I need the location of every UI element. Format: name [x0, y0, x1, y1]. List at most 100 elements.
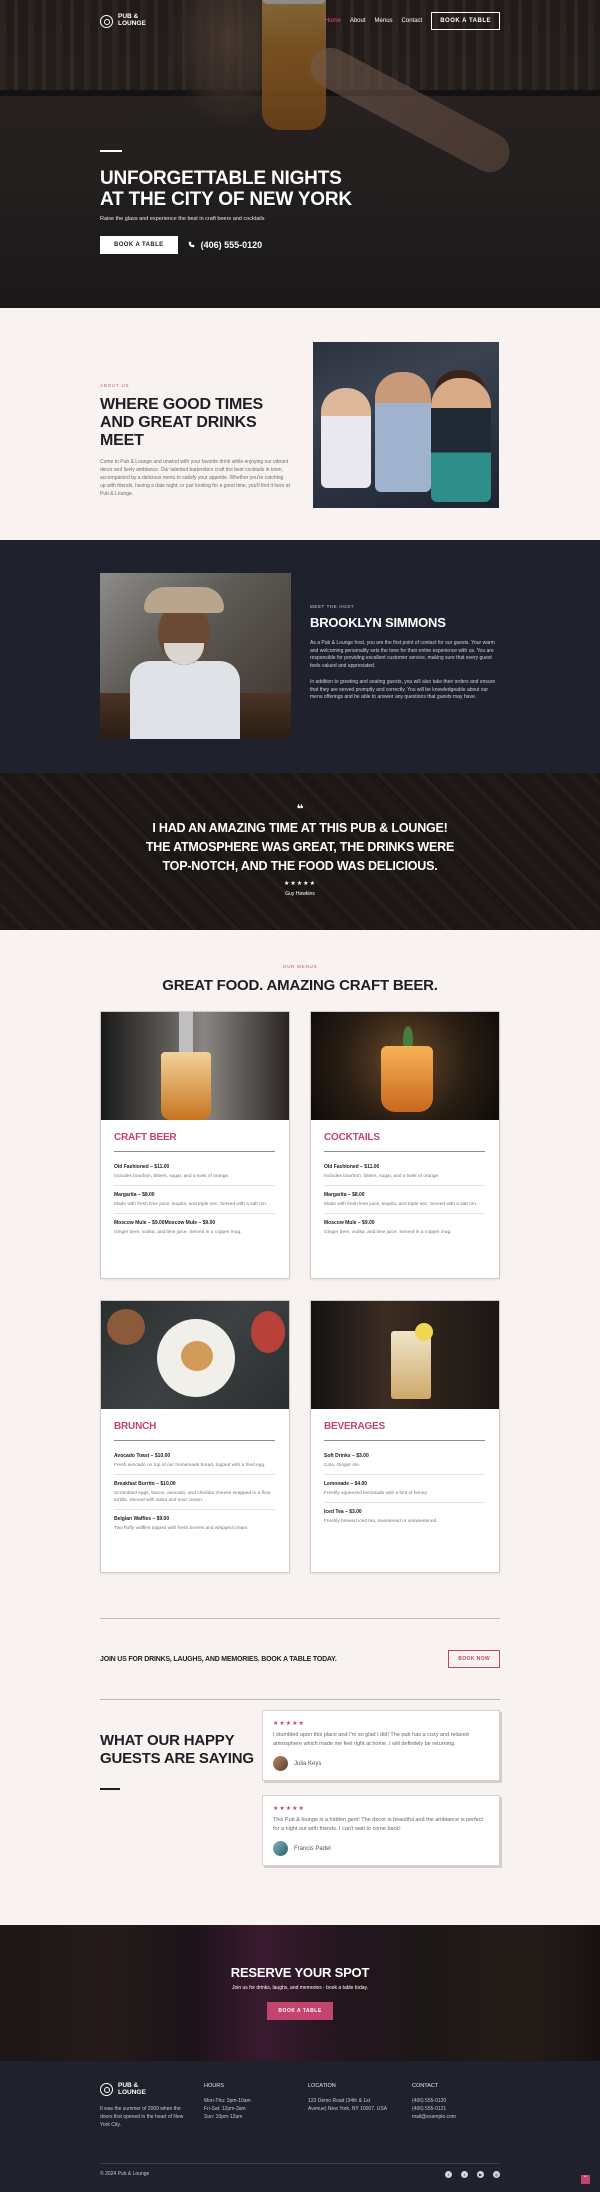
menu-item-desc: Includes bourbon, bitters, sugar, and a … — [324, 1174, 440, 1179]
menu-card-title: BEVERAGES — [324, 1421, 385, 1432]
twitter-icon[interactable]: t — [461, 2171, 468, 2178]
glass — [161, 1052, 211, 1120]
reserve-book-table-button[interactable]: BOOK A TABLE — [267, 2002, 333, 2020]
phone-icon — [188, 241, 194, 248]
scroll-to-top-icon[interactable]: ⌃ — [581, 2175, 590, 2184]
menu-item-name: Breakfast Burrito – $10.00 — [114, 1481, 176, 1487]
menus-eyebrow: OUR MENUS — [282, 964, 318, 969]
menu-item-desc: Cola, Ginger Ale. — [324, 1463, 361, 1468]
brunch-image — [101, 1301, 289, 1409]
about-section: ABOUT US WHERE GOOD TIMES AND GREAT DRIN… — [0, 308, 600, 540]
menu-item-name: Old Fashioned – $11.00 — [114, 1164, 170, 1170]
avatar — [273, 1841, 288, 1856]
divider — [100, 1618, 500, 1619]
menu-item-desc: Freshly squeezed lemonade with a hint of… — [324, 1491, 428, 1496]
logo[interactable]: PUB & LOUNGE — [100, 13, 146, 28]
about-title: WHERE GOOD TIMES AND GREAT DRINKS MEET — [100, 396, 264, 449]
footer-hours-line: Fri-Sat: 12pm-3am — [204, 2106, 246, 2112]
card-body: BRUNCH Avocado Toast – $10.00 Fresh avoca… — [101, 1409, 289, 1545]
nav-item-menus[interactable]: Menus — [375, 18, 393, 24]
review-card: ★★★★★ I stumbled upon this place and I'm… — [262, 1710, 500, 1781]
nav-item-home[interactable]: Home — [325, 18, 341, 24]
hero-phone[interactable]: (406) 555-0120 — [188, 240, 262, 250]
footer-address-line: 123 Demo Road (34th & 1st — [308, 2098, 370, 2104]
reserve-section: RESERVE YOUR SPOT Join us for drinks, la… — [0, 1925, 600, 2061]
menu-item-desc: Ginger beer, vodka, and lime juice. Serv… — [324, 1230, 452, 1235]
menu-card-beverages: BEVERAGES Soft Drinks – $3.00 Cola, Ginge… — [310, 1300, 500, 1573]
menu-item: Old Fashioned – $11.00 Includes bourbon, … — [324, 1158, 485, 1186]
menu-item: Moscow Mule – $9.00Moscow Mule – $9.00 Gi… — [114, 1214, 275, 1241]
divider — [324, 1440, 485, 1441]
host-image — [100, 573, 291, 739]
footer-address-line: Avenue) New York, NY 10007, USA — [308, 2106, 388, 2112]
card-body: BEVERAGES Soft Drinks – $3.00 Cola, Ginge… — [311, 1409, 499, 1538]
friends-drinking-image — [313, 342, 499, 508]
logo-line2: LOUNGE — [118, 20, 146, 27]
menu-item-desc: Ginger beer, vodka, and lime juice. Serv… — [114, 1230, 242, 1235]
youtube-icon[interactable]: ▶ — [477, 2171, 484, 2178]
rating-stars-icon: ★★★★★ — [284, 881, 316, 887]
instagram-icon[interactable]: ◎ — [493, 2171, 500, 2178]
quote-icon: ❝ — [296, 802, 304, 816]
menus-section: OUR MENUS GREAT FOOD. AMAZING CRAFT BEER… — [0, 930, 600, 1618]
footer-email-link[interactable]: mail@example.com — [412, 2113, 456, 2121]
menu-card-brunch: BRUNCH Avocado Toast – $10.00 Fresh avoca… — [100, 1300, 290, 1573]
rating-stars-icon: ★★★★★ — [273, 1721, 305, 1727]
hero-book-table-button[interactable]: BOOK A TABLE — [100, 235, 178, 254]
menu-item: Margarita – $8.00 Made with fresh lime ju… — [114, 1186, 275, 1214]
menu-item: Old Fashioned – $11.00 Includes bourbon, … — [114, 1158, 275, 1186]
reserve-content: RESERVE YOUR SPOT Join us for drinks, la… — [0, 1965, 600, 2020]
menu-item-name: Avocado Toast – $10.00 — [114, 1453, 171, 1459]
menu-item-desc: Scrambled eggs, bacon, avocado, and ched… — [114, 1491, 271, 1503]
divider — [324, 1151, 485, 1152]
menus-title: GREAT FOOD. AMAZING CRAFT BEER. — [162, 977, 438, 994]
menu-item-desc: Made with fresh lime juice, tequila, and… — [324, 1202, 478, 1207]
review-author-name: Julia Keys — [294, 1760, 322, 1767]
quote-text: I HAD AN AMAZING TIME AT THIS PUB & LOUN… — [145, 821, 455, 873]
footer-contact-title: CONTACT — [412, 2083, 439, 2089]
quote-author: Guy Hawkins — [285, 891, 315, 897]
menu-item: Soft Drinks – $3.00 Cola, Ginger Ale. — [324, 1447, 485, 1475]
glass — [391, 1331, 431, 1399]
host-paragraph-2: In addition to greeting and seating gues… — [310, 678, 496, 701]
person-3 — [431, 378, 491, 502]
reviews-title: WHAT OUR HAPPY GUESTS ARE SAYING — [100, 1732, 254, 1767]
side-dish — [107, 1309, 145, 1345]
nav-item-about[interactable]: About — [350, 18, 366, 24]
menu-card-craft-beer: CRAFT BEER Old Fashioned – $11.00 Include… — [100, 1011, 290, 1279]
host-text: MEET THE HOST BROOKLYN SIMMONS As a Pub … — [310, 604, 500, 702]
footer-hours-line: Sun: 10pm-12am — [204, 2114, 243, 2120]
menu-item: Avocado Toast – $10.00 Fresh avocado on t… — [114, 1447, 275, 1475]
about-eyebrow: ABOUT US — [100, 383, 130, 388]
shirt — [130, 661, 240, 739]
cta-strip-text: JOIN US FOR DRINKS, LAUGHS, AND MEMORIES… — [100, 1656, 337, 1663]
menu-item-desc: Made with fresh lime juice, tequila, and… — [114, 1202, 268, 1207]
menu-item: Iced Tea – $3.00 Freshly brewed iced tea,… — [324, 1503, 485, 1530]
menu-item-name: Moscow Mule – $9.00Moscow Mule – $9.00 — [114, 1220, 216, 1226]
review-author-name: Francis Padel — [294, 1845, 331, 1852]
hat — [144, 587, 224, 613]
facebook-icon[interactable]: f — [445, 2171, 452, 2178]
page: PUB & LOUNGE Home About Menus Contact BOO… — [0, 0, 600, 2192]
divider — [100, 1788, 120, 1790]
book-now-button[interactable]: BOOK NOW — [448, 1650, 500, 1668]
host-section: MEET THE HOST BROOKLYN SIMMONS As a Pub … — [0, 540, 600, 773]
tap — [179, 1012, 193, 1056]
about-text: ABOUT US WHERE GOOD TIMES AND GREAT DRIN… — [100, 383, 290, 498]
nav-book-table-button[interactable]: BOOK A TABLE — [431, 12, 500, 30]
beverage-image — [311, 1301, 499, 1409]
logo-line2: LOUNGE — [118, 2088, 146, 2096]
footer-phone-link[interactable]: (406) 555-0121 — [412, 2105, 456, 2113]
footer-phone-link[interactable]: (406) 555-0120 — [412, 2097, 456, 2105]
nav-item-contact[interactable]: Contact — [402, 18, 423, 24]
reserve-title: RESERVE YOUR SPOT — [230, 1965, 370, 1980]
review-text: I stumbled upon this place and I'm so gl… — [273, 1732, 469, 1747]
menu-card-cocktails: COCKTAILS Old Fashioned – $11.00 Includes… — [310, 1011, 500, 1279]
menu-item: Breakfast Burrito – $10.00 Scrambled eggs… — [114, 1475, 275, 1510]
person-2 — [375, 372, 431, 492]
menu-item-name: Lemonade – $4.00 — [324, 1481, 368, 1487]
menu-item-name: Margarita – $8.00 — [324, 1192, 365, 1198]
menu-item-desc: Includes bourbon, bitters, sugar, and a … — [114, 1174, 230, 1179]
footer-logo[interactable]: PUB & LOUNGE — [100, 2082, 190, 2097]
logo-icon — [100, 2083, 113, 2097]
